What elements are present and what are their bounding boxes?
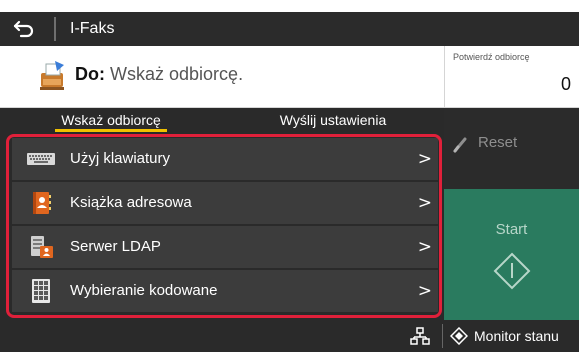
status-monitor-icon bbox=[450, 327, 468, 345]
title-divider bbox=[54, 17, 56, 41]
confirm-recipient-box[interactable]: Potwierdź odbiorcę 0 bbox=[444, 46, 579, 108]
action-panel: Reset Start bbox=[444, 108, 579, 320]
destination-prefix: Do: bbox=[75, 64, 105, 84]
status-monitor-label: Monitor stanu bbox=[474, 328, 559, 344]
footer-divider bbox=[442, 324, 443, 348]
tab-send-settings[interactable]: Wyślij ustawienia bbox=[222, 108, 444, 132]
back-button[interactable] bbox=[0, 12, 48, 46]
footer-bar: Monitor stanu bbox=[0, 320, 579, 352]
start-button[interactable]: Start bbox=[444, 189, 579, 320]
tab-specify-recipient[interactable]: Wskaż odbiorcę bbox=[0, 108, 222, 132]
highlight-outline bbox=[6, 134, 442, 318]
top-strip bbox=[0, 0, 579, 12]
reset-button[interactable]: Reset bbox=[444, 108, 579, 189]
destination-label: Do: Wskaż odbiorcę. bbox=[75, 64, 243, 85]
tabs-bar: Wskaż odbiorcę Wyślij ustawienia bbox=[0, 108, 444, 132]
network-icon[interactable] bbox=[410, 326, 430, 346]
destination-field[interactable]: Do: Wskaż odbiorcę. bbox=[0, 46, 444, 108]
confirm-recipient-label: Potwierdź odbiorcę bbox=[453, 52, 530, 62]
start-label: Start bbox=[495, 221, 528, 238]
recipient-method-list: Użyj klawiatury > Książka adresowa > Ser… bbox=[0, 132, 444, 320]
fax-machine-icon bbox=[40, 61, 64, 90]
back-arrow-icon bbox=[13, 20, 34, 38]
status-monitor-button[interactable]: Monitor stanu bbox=[448, 320, 579, 352]
confirm-recipient-count: 0 bbox=[560, 74, 571, 94]
reset-label: Reset bbox=[478, 134, 518, 151]
title-bar: I-Faks bbox=[0, 12, 579, 46]
start-diamond-icon bbox=[493, 252, 531, 290]
destination-value: Wskaż odbiorcę. bbox=[110, 64, 244, 84]
page-title: I-Faks bbox=[70, 20, 115, 37]
eraser-icon bbox=[453, 137, 467, 153]
